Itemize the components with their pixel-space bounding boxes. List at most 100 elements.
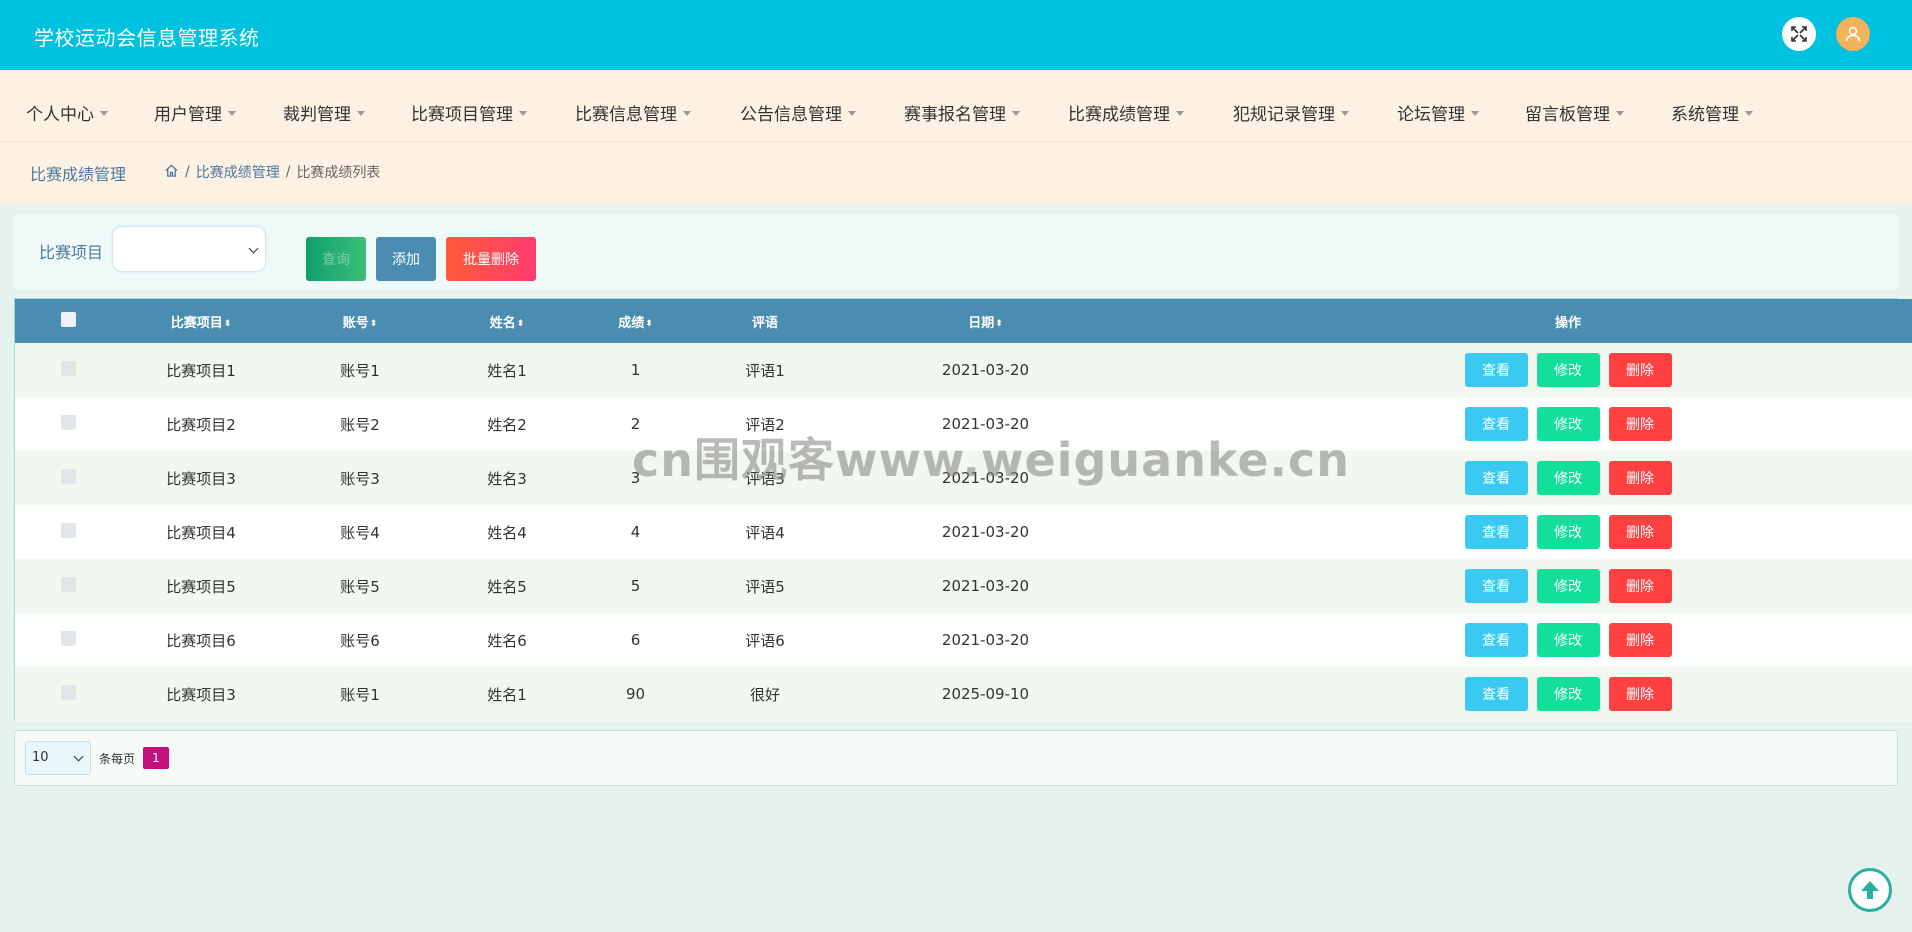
nav-item-referee-management[interactable]: 裁判管理 xyxy=(283,100,365,125)
table-row: 比赛项目5 账号5 姓名5 5 评语5 2021-03-20 查看 修改 删除 xyxy=(15,559,1912,613)
row-checkbox[interactable] xyxy=(15,667,121,721)
nav-label: 比赛项目管理 xyxy=(411,105,513,125)
delete-button[interactable]: 删除 xyxy=(1608,461,1672,495)
cell-date: 2025-09-10 xyxy=(941,685,1030,703)
view-button[interactable]: 查看 xyxy=(1464,461,1528,495)
nav-label: 论坛管理 xyxy=(1397,105,1465,125)
edit-button[interactable]: 修改 xyxy=(1536,623,1600,657)
row-checkbox[interactable] xyxy=(15,343,121,397)
cell-score: 1 xyxy=(630,361,641,379)
col-header-comment: 评语 xyxy=(696,299,834,343)
view-button[interactable]: 查看 xyxy=(1464,569,1528,603)
sort-icon: ⬍ xyxy=(516,318,525,329)
table-row: 比赛项目4 账号4 姓名4 4 评语4 2021-03-20 查看 修改 删除 xyxy=(15,505,1912,559)
cell-actions: 查看 修改 删除 xyxy=(1137,667,1912,721)
cell-name: 姓名4 xyxy=(487,523,527,542)
edit-button[interactable]: 修改 xyxy=(1536,407,1600,441)
nav-item-forum-management[interactable]: 论坛管理 xyxy=(1397,100,1479,125)
cell-name: 姓名6 xyxy=(487,631,527,650)
sort-icon: ⬍ xyxy=(645,318,653,329)
nav-item-foul-record-management[interactable]: 犯规记录管理 xyxy=(1233,100,1349,125)
cell-account: 账号6 xyxy=(340,631,380,650)
chevron-down-icon xyxy=(73,751,84,762)
col-header-event-project[interactable]: 比赛项目⬍ xyxy=(121,299,281,343)
page-number-button[interactable]: 1 xyxy=(143,747,169,769)
nav-item-announcement-management[interactable]: 公告信息管理 xyxy=(740,100,856,125)
table-row: 比赛项目3 账号1 姓名1 90 很好 2025-09-10 查看 修改 删除 xyxy=(15,667,1912,721)
cell-name: 姓名3 xyxy=(487,469,527,488)
add-button[interactable]: 添加 xyxy=(376,237,436,281)
nav-item-message-board-management[interactable]: 留言板管理 xyxy=(1525,100,1624,125)
page-size-select[interactable]: 10 xyxy=(25,741,91,775)
cell-event-project: 比赛项目6 xyxy=(166,631,236,650)
header-label: 账号 xyxy=(342,315,369,331)
cell-score: 90 xyxy=(625,685,646,703)
edit-button[interactable]: 修改 xyxy=(1536,353,1600,387)
view-button[interactable]: 查看 xyxy=(1464,623,1528,657)
caret-down-icon xyxy=(1616,111,1624,116)
nav-item-system-management[interactable]: 系统管理 xyxy=(1671,100,1753,125)
delete-button[interactable]: 删除 xyxy=(1608,407,1672,441)
view-button[interactable]: 查看 xyxy=(1464,407,1528,441)
nav-item-user-management[interactable]: 用户管理 xyxy=(154,100,236,125)
cell-account: 账号1 xyxy=(340,685,380,704)
fullscreen-icon[interactable] xyxy=(1782,17,1816,51)
caret-down-icon xyxy=(848,111,856,116)
event-project-select[interactable] xyxy=(112,226,266,272)
cell-date: 2021-03-20 xyxy=(941,523,1030,541)
delete-button[interactable]: 删除 xyxy=(1608,569,1672,603)
cell-actions: 查看 修改 删除 xyxy=(1137,613,1912,667)
batch-delete-button[interactable]: 批量删除 xyxy=(446,237,536,281)
sort-icon: ⬍ xyxy=(223,318,232,329)
cell-event-project: 比赛项目1 xyxy=(166,361,236,380)
nav-item-personal-center[interactable]: 个人中心 xyxy=(26,100,108,125)
nav-item-event-info-management[interactable]: 比赛信息管理 xyxy=(575,100,691,125)
edit-button[interactable]: 修改 xyxy=(1536,515,1600,549)
row-checkbox[interactable] xyxy=(15,505,121,559)
edit-button[interactable]: 修改 xyxy=(1536,677,1600,711)
caret-down-icon xyxy=(1176,111,1184,116)
header-label: 操作 xyxy=(1554,315,1581,331)
app-title: 学校运动会信息管理系统 xyxy=(34,26,260,50)
cell-actions: 查看 修改 删除 xyxy=(1137,559,1912,613)
view-button[interactable]: 查看 xyxy=(1464,677,1528,711)
row-checkbox[interactable] xyxy=(15,397,121,451)
nav-item-results-management[interactable]: 比赛成绩管理 xyxy=(1068,100,1184,125)
delete-button[interactable]: 删除 xyxy=(1608,623,1672,657)
view-button[interactable]: 查看 xyxy=(1464,515,1528,549)
nav-label: 公告信息管理 xyxy=(740,105,842,125)
nav-label: 比赛信息管理 xyxy=(575,105,677,125)
arrow-up-icon[interactable] xyxy=(1848,868,1892,912)
user-avatar-icon[interactable] xyxy=(1836,17,1870,51)
home-icon[interactable] xyxy=(164,163,179,182)
nav-item-registration-management[interactable]: 赛事报名管理 xyxy=(904,100,1020,125)
col-header-account[interactable]: 账号⬍ xyxy=(281,299,439,343)
header-label: 比赛项目 xyxy=(170,315,223,331)
col-header-score[interactable]: 成绩⬍ xyxy=(575,299,696,343)
select-all-checkbox[interactable] xyxy=(15,299,121,343)
cell-date: 2021-03-20 xyxy=(941,577,1030,595)
delete-button[interactable]: 删除 xyxy=(1608,353,1672,387)
cell-comment: 很好 xyxy=(749,685,780,704)
caret-down-icon xyxy=(1341,111,1349,116)
cell-comment: 评语6 xyxy=(745,631,785,650)
col-header-date[interactable]: 日期⬍ xyxy=(834,299,1137,343)
nav-label: 用户管理 xyxy=(154,105,222,125)
cell-account: 账号4 xyxy=(340,523,380,542)
col-header-name[interactable]: 姓名⬍ xyxy=(439,299,575,343)
delete-button[interactable]: 删除 xyxy=(1608,677,1672,711)
row-checkbox[interactable] xyxy=(15,451,121,505)
edit-button[interactable]: 修改 xyxy=(1536,461,1600,495)
view-button[interactable]: 查看 xyxy=(1464,353,1528,387)
breadcrumb-level1[interactable]: 比赛成绩管理 xyxy=(196,162,280,182)
caret-down-icon xyxy=(100,111,108,116)
table-row: 比赛项目6 账号6 姓名6 6 评语6 2021-03-20 查看 修改 删除 xyxy=(15,613,1912,667)
query-button[interactable]: 查询 xyxy=(306,237,366,281)
row-checkbox[interactable] xyxy=(15,559,121,613)
nav-item-event-project-management[interactable]: 比赛项目管理 xyxy=(411,100,527,125)
edit-button[interactable]: 修改 xyxy=(1536,569,1600,603)
row-checkbox[interactable] xyxy=(15,613,121,667)
nav-label: 犯规记录管理 xyxy=(1233,105,1335,125)
delete-button[interactable]: 删除 xyxy=(1608,515,1672,549)
header-label: 成绩 xyxy=(618,315,645,331)
